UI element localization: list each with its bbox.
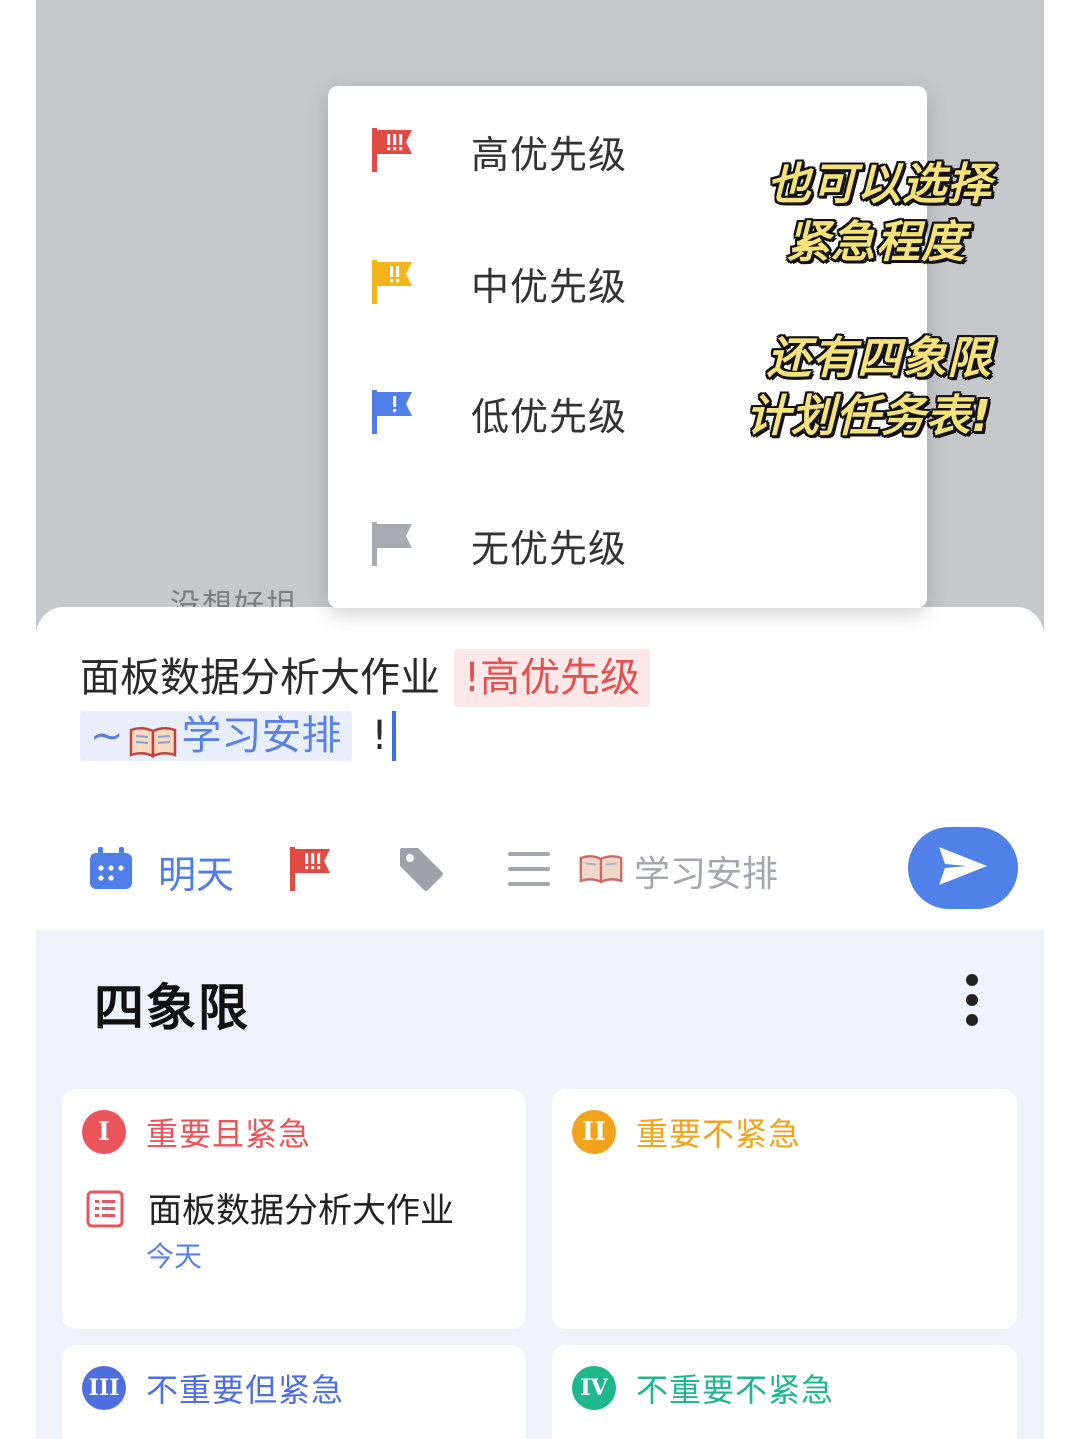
priority-button[interactable]	[288, 845, 332, 897]
caption-line: 计划任务表!	[745, 391, 992, 442]
quadrant-badge: I	[82, 1110, 126, 1154]
task-item[interactable]: 面板数据分析大作业 今天	[86, 1189, 454, 1275]
task-due-date: 今天	[146, 1240, 203, 1273]
menu-item-label: 低优先级	[471, 394, 628, 439]
due-date-label: 明天	[158, 852, 235, 897]
book-icon	[128, 719, 178, 758]
send-button[interactable]	[908, 827, 1018, 909]
flag-icon	[288, 845, 332, 897]
quadrant-title: 重要不紧急	[636, 1115, 802, 1153]
quadrant-header: II 重要不紧急	[572, 1109, 801, 1155]
menu-item-low-priority[interactable]: 低优先级	[328, 348, 728, 478]
send-icon	[937, 844, 989, 892]
checklist-icon[interactable]	[86, 1190, 124, 1232]
task-toolbar: 明天 学习安排	[88, 827, 1018, 913]
menu-item-high-priority[interactable]: 高优先级	[328, 86, 728, 216]
menu-item-medium-priority[interactable]: 中优先级	[328, 218, 728, 348]
gray-flag-icon	[370, 520, 414, 572]
quadrant-header: III 不重要但紧急	[82, 1365, 344, 1411]
caption-line: 还有四象限	[767, 333, 992, 384]
task-input-line-2: ~ 学习安排 !	[80, 709, 980, 763]
tag-button[interactable]	[396, 844, 446, 898]
quadrant-title: 不重要不紧急	[636, 1371, 835, 1409]
text-caret	[391, 711, 396, 761]
menu-item-label: 中优先级	[471, 264, 628, 309]
red-flag-icon	[370, 126, 414, 178]
menu-item-label: 高优先级	[471, 132, 628, 177]
list-chip[interactable]: ~ 学习安排	[80, 711, 352, 761]
quadrant-header: IV 不重要不紧急	[572, 1365, 834, 1411]
quadrant-header: I 重要且紧急	[82, 1109, 311, 1155]
list-chip-name: 学习安排	[181, 713, 342, 759]
due-date-button[interactable]: 明天	[88, 844, 234, 899]
more-options-icon[interactable]	[960, 974, 984, 1026]
quadrant-badge: II	[572, 1110, 616, 1154]
quadrant-panel: 四象限 I 重要且紧急 面板数据分析大作业 今天 II 重要不紧急 III 不重…	[36, 930, 1044, 1439]
quadrant-3[interactable]: III 不重要但紧急	[62, 1345, 526, 1439]
list-selector-button[interactable]: 学习安排	[506, 845, 778, 897]
task-input[interactable]: 面板数据分析大作业 !高优先级 ~ 学习安排 !	[80, 649, 980, 763]
app-screen: 没想好坦 面板数据分析大作业 !高优先级 ~ 学习安排 ! 明天 学习安排 四象…	[36, 0, 1044, 1439]
panel-title: 四象限	[94, 979, 250, 1037]
priority-chip[interactable]: !高优先级	[454, 649, 651, 707]
quadrant-badge: IV	[572, 1366, 616, 1410]
task-input-line-1: 面板数据分析大作业 !高优先级	[80, 649, 980, 707]
list-selector-label: 学习安排	[634, 854, 779, 895]
quadrant-2[interactable]: II 重要不紧急	[552, 1089, 1017, 1329]
menu-item-label: 无优先级	[471, 526, 628, 571]
blue-flag-icon	[370, 388, 414, 440]
caption-line: 紧急程度	[786, 217, 966, 268]
tag-icon	[396, 844, 446, 898]
task-title-text: 面板数据分析大作业	[80, 655, 440, 701]
quadrant-title: 不重要但紧急	[146, 1371, 345, 1409]
caption-quadrant: 还有四象限 计划任务表!	[676, 330, 992, 446]
quadrant-title: 重要且紧急	[146, 1115, 312, 1153]
quadrant-1[interactable]: I 重要且紧急 面板数据分析大作业 今天	[62, 1089, 526, 1329]
menu-item-no-priority[interactable]: 无优先级	[328, 480, 728, 610]
caption-line: 也可以选择	[767, 159, 992, 210]
quadrant-badge: III	[82, 1366, 126, 1410]
list-lines-icon	[506, 849, 552, 893]
task-title: 面板数据分析大作业	[148, 1191, 454, 1231]
list-chip-prefix: ~	[90, 713, 124, 759]
yellow-flag-icon	[370, 258, 414, 310]
quadrant-4[interactable]: IV 不重要不紧急	[552, 1345, 1017, 1439]
toolbar-book-icon	[578, 853, 624, 889]
calendar-icon	[88, 847, 134, 895]
add-task-sheet: 面板数据分析大作业 !高优先级 ~ 学习安排 ! 明天 学习安排	[36, 607, 1044, 930]
caption-urgency: 也可以选择 紧急程度	[696, 156, 992, 272]
typed-tail: !	[371, 713, 388, 759]
